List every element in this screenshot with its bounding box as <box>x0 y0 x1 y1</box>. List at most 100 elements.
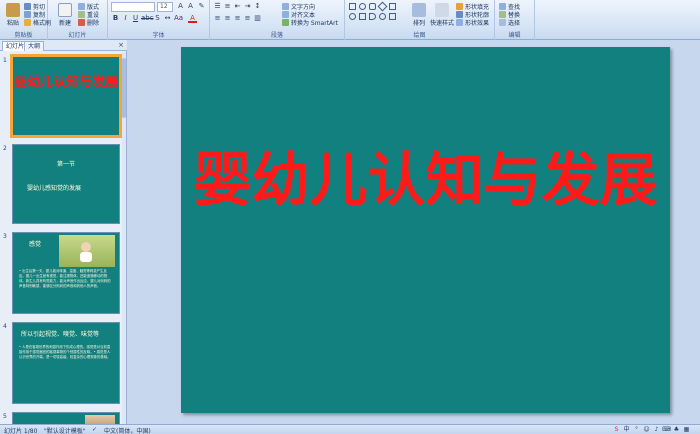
diamond-shape-icon[interactable] <box>377 1 388 12</box>
bullets-icon[interactable]: ☰ <box>213 2 222 11</box>
brush-icon <box>24 19 31 26</box>
convert-smartart-button[interactable]: 转换为 SmartArt <box>282 18 338 27</box>
clipboard-group: 粘贴 剪切 复制 格式刷 剪贴板 <box>0 0 51 40</box>
drawing-group-label: 绘图 <box>413 32 426 39</box>
char-spacing-icon[interactable]: ↔ <box>163 14 172 23</box>
italic-icon[interactable]: I <box>121 14 130 23</box>
outline-pen-icon <box>456 11 463 18</box>
slides-group: 新建 版式 重设 删除 幻灯片 <box>48 0 108 40</box>
font-name-combo[interactable] <box>111 2 155 12</box>
spell-check-icon[interactable]: ✓ <box>92 426 97 433</box>
change-case-icon[interactable]: Aa <box>174 14 183 23</box>
slides-group-label: 幻灯片 <box>68 32 87 39</box>
paragraph-group-label: 段落 <box>270 32 283 39</box>
justify-icon[interactable]: ≡ <box>243 14 252 23</box>
line-spacing-icon[interactable]: ↕ <box>253 2 262 11</box>
align-right-icon[interactable]: ≡ <box>233 14 242 23</box>
thumbnail-paragraph: • 人是在客观世界的刺激作用下形成心理的。感觉是对当前直接作用于感觉器官的客观事… <box>19 345 111 359</box>
align-text-icon <box>282 11 289 18</box>
close-icon[interactable]: × <box>118 41 124 49</box>
arrange-icon <box>412 3 426 17</box>
effects-icon <box>456 19 463 26</box>
font-group-label: 字体 <box>152 32 165 39</box>
ime-keyboard-icon[interactable]: ⌨ <box>662 425 671 434</box>
quick-styles-button[interactable]: 快速样式 <box>429 3 455 27</box>
bold-icon[interactable]: B <box>111 14 120 23</box>
slide-number: 1 <box>3 57 7 64</box>
ime-tools-icon[interactable]: ▦ <box>682 425 691 434</box>
circle-shape-icon[interactable] <box>349 13 356 20</box>
select-button[interactable]: 选择 <box>499 18 520 27</box>
font-size-combo[interactable]: 12 <box>157 2 173 12</box>
scrollbar-thumb[interactable] <box>122 58 126 118</box>
tab-outline[interactable]: 大纲 <box>24 41 45 51</box>
ime-punct-icon[interactable]: ° <box>632 425 641 434</box>
grow-font-icon[interactable]: A <box>176 2 185 11</box>
thumbnail-heading: 第一节 <box>56 161 75 168</box>
delete-icon <box>78 19 85 26</box>
delete-slide-button[interactable]: 删除 <box>78 18 99 27</box>
ime-chinese-icon[interactable]: 中 <box>622 425 631 434</box>
strikethrough-icon[interactable]: abc <box>141 14 154 23</box>
thumbnail-slide-1[interactable]: 婴幼儿认知与发展 <box>10 54 122 138</box>
shape-effects-button[interactable]: 形状效果 <box>456 18 489 27</box>
arrange-button[interactable]: 排列 <box>407 3 431 27</box>
thumbnail-title: 婴幼儿认知与发展 <box>13 75 118 90</box>
select-cursor-icon <box>499 19 506 26</box>
callout-shape-icon[interactable] <box>369 13 376 20</box>
current-slide[interactable]: 婴幼儿认知与发展 <box>181 47 670 413</box>
baby-image-icon <box>80 242 92 262</box>
slide-title[interactable]: 婴幼儿认知与发展 <box>181 143 670 217</box>
ime-logo-icon[interactable]: S <box>612 425 621 434</box>
new-slide-icon <box>58 3 72 17</box>
drawing-group: 排列 快速样式 形状填充 形状轮廓 形状效果 绘图 <box>345 0 495 40</box>
rounded-rect-shape-icon[interactable] <box>369 3 376 10</box>
thumbnail-bullet: 婴幼儿感知觉的发展 <box>27 185 82 192</box>
thumbnails-scrollbar[interactable] <box>122 52 126 424</box>
underline-icon[interactable]: U <box>131 14 140 23</box>
columns-icon[interactable]: ▥ <box>253 14 262 23</box>
thumbnail-row-5: 5 <box>0 410 123 424</box>
shadow-icon[interactable]: S <box>153 14 162 23</box>
textbox-shape-icon[interactable] <box>389 3 396 10</box>
thumbnail-slide-5[interactable] <box>12 412 120 424</box>
thumbnail-slide-2[interactable]: 第一节 婴幼儿感知觉的发展 <box>12 144 120 224</box>
decrease-indent-icon[interactable]: ⇤ <box>233 2 242 11</box>
reset-icon <box>78 11 85 18</box>
clipboard-icon <box>6 3 20 17</box>
numbering-icon[interactable]: ≡ <box>223 2 232 11</box>
ime-emoji-icon[interactable]: ☺ <box>642 425 651 434</box>
thumbnail-photo <box>85 415 115 424</box>
rectangle-shape-icon[interactable] <box>349 3 356 10</box>
thumbnail-row-2: 2 第一节 婴幼儿感知觉的发展 <box>0 142 123 228</box>
font-group: 12 A A ✎ B I U abc S ↔ Aa A 字体 <box>108 0 210 40</box>
square-shape-icon[interactable] <box>359 13 366 20</box>
slide-count: 幻灯片 1/80 <box>4 428 38 434</box>
align-left-icon[interactable]: ≡ <box>213 14 222 23</box>
editing-group: 查找 替换 选择 编辑 <box>495 0 535 40</box>
binoculars-icon <box>499 3 506 10</box>
pane-tabs: 幻灯片 大纲 × <box>0 40 127 51</box>
new-slide-button[interactable]: 新建 <box>54 3 76 27</box>
format-painter-button[interactable]: 格式刷 <box>24 18 51 27</box>
fill-bucket-icon <box>456 3 463 10</box>
star-shape-icon[interactable] <box>389 13 396 20</box>
ime-voice-icon[interactable]: ♪ <box>652 425 661 434</box>
align-center-icon[interactable]: ≡ <box>223 14 232 23</box>
smartart-icon <box>282 19 289 26</box>
thumbnail-slide-3[interactable]: 感觉 • 出生后第一天，婴儿能对味道、温度、触觉等刺激产生反应。婴儿一出生就有视… <box>12 232 120 314</box>
clipboard-group-label: 剪贴板 <box>14 32 33 39</box>
clear-format-icon[interactable]: ✎ <box>197 2 206 11</box>
shrink-font-icon[interactable]: A <box>186 2 195 11</box>
theme-name: "默认设计模板" <box>44 428 86 434</box>
thumbnail-slide-4[interactable]: 所以引起视觉、嗅觉、味觉等 • 人是在客观世界的刺激作用下形成心理的。感觉是对当… <box>12 322 120 404</box>
font-color-icon[interactable]: A <box>188 14 197 23</box>
oval-shape-icon[interactable] <box>359 3 366 10</box>
ime-skin-icon[interactable]: ♣ <box>672 425 681 434</box>
smiley-shape-icon[interactable] <box>379 13 386 20</box>
increase-indent-icon[interactable]: ⇥ <box>243 2 252 11</box>
paste-button[interactable]: 粘贴 <box>2 3 24 27</box>
slide-thumbnails: 1 婴幼儿认知与发展 2 第一节 婴幼儿感知觉的发展 3 感觉 • 出生后第一天… <box>0 52 123 424</box>
copy-icon <box>24 11 31 18</box>
layout-icon <box>78 3 85 10</box>
